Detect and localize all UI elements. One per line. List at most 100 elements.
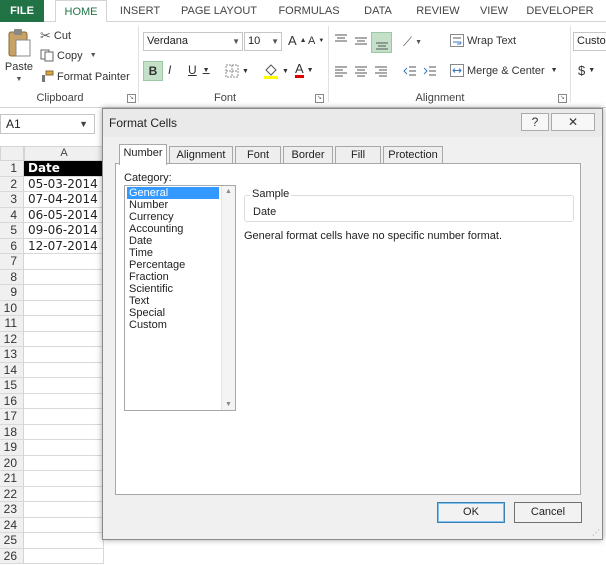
category-item[interactable]: Currency xyxy=(127,211,219,223)
category-item[interactable]: Text xyxy=(127,295,219,307)
tab-fill[interactable]: Fill xyxy=(335,146,381,164)
font-size-dropdown[interactable]: 10 ▼ xyxy=(244,32,282,51)
number-format-dropdown[interactable]: Custo xyxy=(573,32,606,51)
cut-button[interactable]: ✂ Cut xyxy=(40,28,71,44)
category-item[interactable]: General xyxy=(127,187,219,199)
row-number[interactable]: 24 xyxy=(0,517,24,533)
empty-cell[interactable] xyxy=(24,378,104,394)
date-cell[interactable]: 06-05-2014 xyxy=(24,207,104,223)
align-center-icon[interactable] xyxy=(354,65,368,77)
empty-cell[interactable] xyxy=(24,409,104,425)
scroll-up-icon[interactable]: ▲ xyxy=(225,188,232,195)
date-cell[interactable]: 07-04-2014 xyxy=(24,192,104,208)
empty-cell[interactable] xyxy=(24,269,104,285)
name-box[interactable]: A1 ▼ xyxy=(0,114,95,134)
row-number[interactable]: 23 xyxy=(0,502,24,518)
tab-developer[interactable]: DEVELOPER xyxy=(524,0,596,22)
category-list[interactable]: General Number Currency Accounting Date Time P… xyxy=(124,185,236,411)
empty-cell[interactable] xyxy=(24,502,104,518)
help-button[interactable]: ? xyxy=(521,113,549,131)
tab-page-layout[interactable]: PAGE LAYOUT xyxy=(176,0,262,22)
font-color-button[interactable]: A ▼ xyxy=(295,62,314,78)
column-header-a[interactable]: A xyxy=(24,146,104,161)
tab-data[interactable]: DATA xyxy=(355,0,401,22)
row-number[interactable]: 9 xyxy=(0,285,24,301)
shrink-font-button[interactable]: A ▼ xyxy=(308,35,324,47)
tab-review[interactable]: REVIEW xyxy=(410,0,466,22)
category-item[interactable]: Accounting xyxy=(127,223,219,235)
format-painter-button[interactable]: Format Painter xyxy=(40,70,130,83)
empty-cell[interactable] xyxy=(24,393,104,409)
row-number[interactable]: 13 xyxy=(0,347,24,363)
empty-cell[interactable] xyxy=(24,331,104,347)
bold-button[interactable]: B xyxy=(143,61,163,81)
increase-indent-icon[interactable] xyxy=(423,65,437,77)
empty-cell[interactable] xyxy=(24,548,104,564)
date-cell[interactable]: 09-06-2014 xyxy=(24,223,104,239)
empty-cell[interactable] xyxy=(24,316,104,332)
tab-border[interactable]: Border xyxy=(283,146,333,164)
row-number[interactable]: 17 xyxy=(0,409,24,425)
resize-grip-icon[interactable]: ⋰ xyxy=(592,528,600,537)
cancel-button[interactable]: Cancel xyxy=(514,502,582,523)
empty-cell[interactable] xyxy=(24,362,104,378)
row-number[interactable]: 20 xyxy=(0,455,24,471)
copy-button[interactable]: Copy ▼ xyxy=(40,49,97,62)
row-number[interactable]: 18 xyxy=(0,424,24,440)
row-number[interactable]: 16 xyxy=(0,393,24,409)
row-number[interactable]: 4 xyxy=(0,207,24,223)
empty-cell[interactable] xyxy=(24,455,104,471)
row-number[interactable]: 5 xyxy=(0,223,24,239)
grow-font-button[interactable]: A ▲ xyxy=(288,33,307,48)
category-item[interactable]: Scientific xyxy=(127,283,219,295)
category-scrollbar[interactable]: ▲ ▼ xyxy=(221,186,235,410)
merge-center-button[interactable]: Merge & Center ▼ xyxy=(450,64,558,77)
alignment-launcher-icon[interactable]: ↘ xyxy=(558,94,567,103)
borders-button[interactable]: ▼ xyxy=(225,64,249,78)
row-number[interactable]: 6 xyxy=(0,238,24,254)
top-align-icon[interactable] xyxy=(334,34,348,46)
tab-file[interactable]: FILE xyxy=(0,0,44,22)
empty-cell[interactable] xyxy=(24,347,104,363)
row-number[interactable]: 14 xyxy=(0,362,24,378)
empty-cell[interactable] xyxy=(24,424,104,440)
tab-insert[interactable]: INSERT xyxy=(112,0,168,22)
row-number[interactable]: 7 xyxy=(0,254,24,270)
row-number[interactable]: 1 xyxy=(0,161,24,177)
date-cell[interactable]: 12-07-2014 xyxy=(24,238,104,254)
row-number[interactable]: 3 xyxy=(0,192,24,208)
empty-cell[interactable] xyxy=(24,300,104,316)
category-item[interactable]: Percentage xyxy=(127,259,219,271)
align-right-icon[interactable] xyxy=(374,65,388,77)
font-name-dropdown[interactable]: Verdana ▼ xyxy=(143,32,243,51)
middle-align-icon[interactable] xyxy=(354,35,368,47)
category-item[interactable]: Custom xyxy=(127,319,219,331)
empty-cell[interactable] xyxy=(24,440,104,456)
empty-cell[interactable] xyxy=(24,471,104,487)
empty-cell[interactable] xyxy=(24,285,104,301)
paste-button[interactable]: Paste ▼ xyxy=(4,28,34,83)
row-number[interactable]: 15 xyxy=(0,378,24,394)
header-cell[interactable]: Date xyxy=(24,161,104,177)
orientation-button[interactable]: ⟋ ▼ xyxy=(403,34,422,50)
empty-cell[interactable] xyxy=(24,517,104,533)
empty-cell[interactable] xyxy=(24,254,104,270)
accounting-format-button[interactable]: $ ▼ xyxy=(578,63,595,78)
tab-number[interactable]: Number xyxy=(119,144,167,165)
underline-button[interactable]: U ▼ xyxy=(188,63,210,77)
select-all-corner[interactable] xyxy=(0,146,24,161)
clipboard-launcher-icon[interactable]: ↘ xyxy=(127,94,136,103)
category-item[interactable]: Date xyxy=(127,235,219,247)
row-number[interactable]: 8 xyxy=(0,269,24,285)
row-number[interactable]: 19 xyxy=(0,440,24,456)
ok-button[interactable]: OK xyxy=(437,502,505,523)
bottom-align-button[interactable] xyxy=(371,32,392,53)
row-number[interactable]: 2 xyxy=(0,176,24,192)
tab-home[interactable]: HOME xyxy=(55,0,107,23)
close-button[interactable]: ✕ xyxy=(551,113,595,131)
row-number[interactable]: 26 xyxy=(0,548,24,564)
dialog-title-bar[interactable]: Format Cells ? ✕ xyxy=(103,109,602,137)
row-number[interactable]: 25 xyxy=(0,533,24,549)
row-number[interactable]: 11 xyxy=(0,316,24,332)
row-number[interactable]: 22 xyxy=(0,486,24,502)
